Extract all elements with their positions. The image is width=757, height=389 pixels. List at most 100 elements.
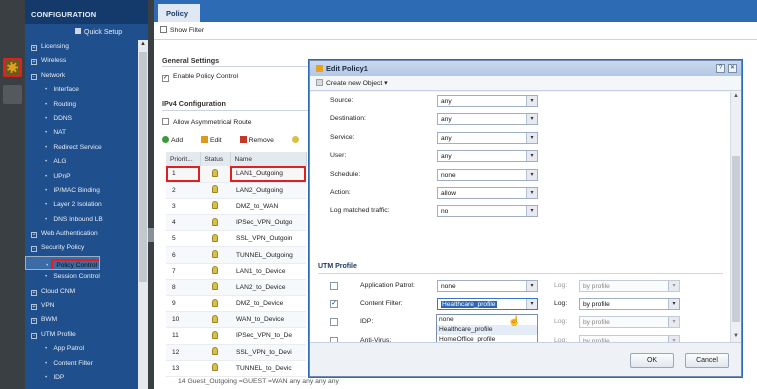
user-select[interactable]: any ▾: [437, 150, 538, 163]
expand-toggle-icon[interactable]: -: [31, 246, 37, 253]
sidebar-item-redirect-service[interactable]: Redirect Service: [25, 141, 137, 155]
expand-toggle-icon[interactable]: •: [31, 318, 37, 325]
edit-button[interactable]: Edit: [200, 136, 230, 144]
enable-policy-control-checkbox[interactable]: ✓: [162, 75, 169, 82]
chevron-down-icon[interactable]: ▾: [526, 206, 537, 217]
table-row-partial[interactable]: 14 Guest_Outgoing =GUEST =WAN any any an…: [178, 378, 339, 385]
action-select[interactable]: allow ▾: [437, 187, 538, 199]
expand-toggle-icon[interactable]: +: [31, 304, 37, 311]
table-row[interactable]: 5 SSL_VPN_Outgoin: [166, 230, 306, 248]
dropdown-option[interactable]: HomeOffice_profile: [437, 335, 537, 342]
cancel-button[interactable]: Cancel: [685, 353, 729, 368]
help-icon[interactable]: ?: [716, 64, 725, 73]
source-select[interactable]: any ▾: [437, 95, 538, 107]
table-row[interactable]: 7 LAN1_to_Device: [166, 263, 306, 280]
chevron-down-icon[interactable]: ▾: [526, 299, 537, 310]
activate-button[interactable]: [291, 136, 301, 144]
sidebar-item-routing[interactable]: Routing: [25, 98, 137, 112]
table-row[interactable]: 10 WAN_to_Device: [166, 311, 306, 329]
sidebar-scroll-thumb[interactable]: [139, 52, 147, 282]
chevron-down-icon[interactable]: ▾: [526, 169, 537, 180]
ok-button[interactable]: OK: [630, 353, 674, 368]
table-row[interactable]: 4 IPSec_VPN_Outgo: [166, 214, 306, 232]
table-row[interactable]: 12 SSL_VPN_to_Devi: [166, 344, 306, 361]
sidebar-item-nat[interactable]: NAT: [25, 126, 137, 140]
sidebar-item-utm-profile[interactable]: - UTM Profile: [25, 328, 137, 342]
chevron-down-icon[interactable]: ▾: [668, 299, 679, 310]
sidebar-item-bwm[interactable]: • BWM: [25, 313, 137, 327]
chevron-down-icon[interactable]: ▾: [668, 317, 679, 328]
destination-select[interactable]: any ▾: [437, 113, 538, 126]
sidebar-item-idp[interactable]: IDP: [25, 371, 137, 385]
allow-asymmetrical-route-row[interactable]: Allow Asymmetrical Route: [162, 118, 252, 126]
table-row[interactable]: 9 DMZ_to_Device: [166, 295, 306, 313]
sidebar-item-ip-mac-binding[interactable]: IP/MAC Binding: [25, 184, 137, 198]
sidebar-item-policy-control[interactable]: Policy Control: [25, 255, 100, 271]
content-filter-log-select[interactable]: by profile ▾: [579, 298, 680, 311]
table-row[interactable]: 3 DMZ_to_WAN: [166, 198, 306, 216]
log-matched-traffic-select[interactable]: no ▾: [437, 205, 538, 218]
chevron-down-icon[interactable]: ▾: [526, 188, 537, 198]
quick-setup-link[interactable]: Quick Setup: [25, 24, 148, 40]
idp-checkbox[interactable]: [330, 318, 338, 327]
application-patrol-checkbox[interactable]: [330, 282, 338, 290]
sidebar-scrollbar[interactable]: ▲: [138, 40, 148, 389]
sidebar-item-vpn[interactable]: + VPN: [25, 299, 137, 313]
sidebar-item-web-authentication[interactable]: • Web Authentication: [25, 227, 137, 241]
table-row[interactable]: 1 LAN1_Outgoing: [166, 166, 306, 183]
application-patrol-profile-select[interactable]: none ▾: [437, 280, 538, 292]
content-filter-checkbox[interactable]: ✓: [330, 300, 338, 309]
table-row[interactable]: 6 TUNNEL_Outgoing: [166, 246, 306, 264]
chevron-down-icon[interactable]: ▾: [526, 151, 537, 162]
sidebar-item-dns-inbound-lb[interactable]: DNS Inbound LB: [25, 213, 137, 227]
sidebar-item-network[interactable]: - Network: [25, 69, 137, 83]
table-row[interactable]: 8 LAN2_to_Device: [166, 279, 306, 297]
sidebar-item-session-control[interactable]: Session Control: [25, 270, 137, 284]
dropdown-option[interactable]: Healthcare_profile: [437, 325, 537, 335]
maintenance-icon[interactable]: [3, 85, 22, 104]
scroll-up-icon[interactable]: ▲: [732, 93, 740, 101]
create-new-object-menu[interactable]: Create new Object ▾: [310, 76, 741, 91]
chevron-down-icon[interactable]: ▾: [526, 114, 537, 125]
column-header-name[interactable]: Name: [230, 152, 307, 166]
sidebar-item-ddns[interactable]: DDNS: [25, 112, 137, 126]
sidebar-item-alg[interactable]: ALG: [25, 155, 137, 169]
allow-asymmetrical-route-checkbox[interactable]: [162, 118, 169, 125]
sidebar-item-layer-2-isolation[interactable]: Layer 2 Isolation: [25, 198, 137, 212]
chevron-down-icon[interactable]: ▾: [526, 132, 537, 143]
chevron-down-icon[interactable]: ▾: [526, 96, 537, 106]
chevron-down-icon[interactable]: ▾: [668, 281, 679, 291]
content-filter-dropdown-list[interactable]: none Healthcare_profile HomeOffice_profile…: [436, 314, 538, 342]
sidebar-item-security-policy[interactable]: - Security Policy: [25, 241, 137, 255]
scroll-up-icon[interactable]: ▲: [139, 41, 147, 49]
scroll-down-icon[interactable]: ▼: [732, 333, 740, 341]
expand-toggle-icon[interactable]: +: [31, 45, 37, 51]
remove-button[interactable]: Remove: [239, 136, 282, 144]
sidebar-item-app-patrol[interactable]: App Patrol: [25, 342, 137, 356]
dialog-scroll-thumb[interactable]: [732, 156, 740, 322]
enable-policy-control-row[interactable]: ✓ Enable Policy Control: [162, 73, 238, 82]
configuration-icon[interactable]: [3, 58, 22, 77]
show-filter-button[interactable]: Show Filter: [154, 22, 757, 40]
expand-toggle-icon[interactable]: •: [31, 232, 37, 239]
dialog-scrollbar[interactable]: ▲ ▼: [730, 92, 740, 342]
tab-policy[interactable]: Policy: [158, 4, 200, 22]
sidebar-item-wireless[interactable]: + Wireless: [25, 54, 137, 68]
sidebar-item-content-filter[interactable]: Content Filter: [25, 357, 137, 371]
sidebar-item-licensing[interactable]: + Licensing: [25, 40, 137, 54]
content-filter-profile-select[interactable]: Healthcare_profile ▾: [437, 298, 538, 311]
expand-toggle-icon[interactable]: -: [31, 332, 37, 339]
table-row[interactable]: 13 TUNNEL_to_Devic: [166, 360, 306, 377]
sidebar-item-upnp[interactable]: UPnP: [25, 170, 137, 184]
expand-toggle-icon[interactable]: -: [31, 73, 37, 80]
column-header-status[interactable]: Status: [200, 152, 231, 166]
schedule-select[interactable]: none ▾: [437, 168, 538, 181]
service-select[interactable]: any ▾: [437, 131, 538, 144]
chevron-down-icon[interactable]: ▾: [526, 281, 537, 291]
close-icon[interactable]: ✕: [728, 64, 737, 73]
sidebar-item-cloud-cnm[interactable]: + Cloud CNM: [25, 285, 137, 299]
add-button[interactable]: Add: [162, 136, 191, 144]
expand-toggle-icon[interactable]: +: [31, 289, 37, 296]
dropdown-option[interactable]: none: [437, 315, 537, 325]
table-row[interactable]: 11 IPSec_VPN_to_De: [166, 327, 306, 345]
